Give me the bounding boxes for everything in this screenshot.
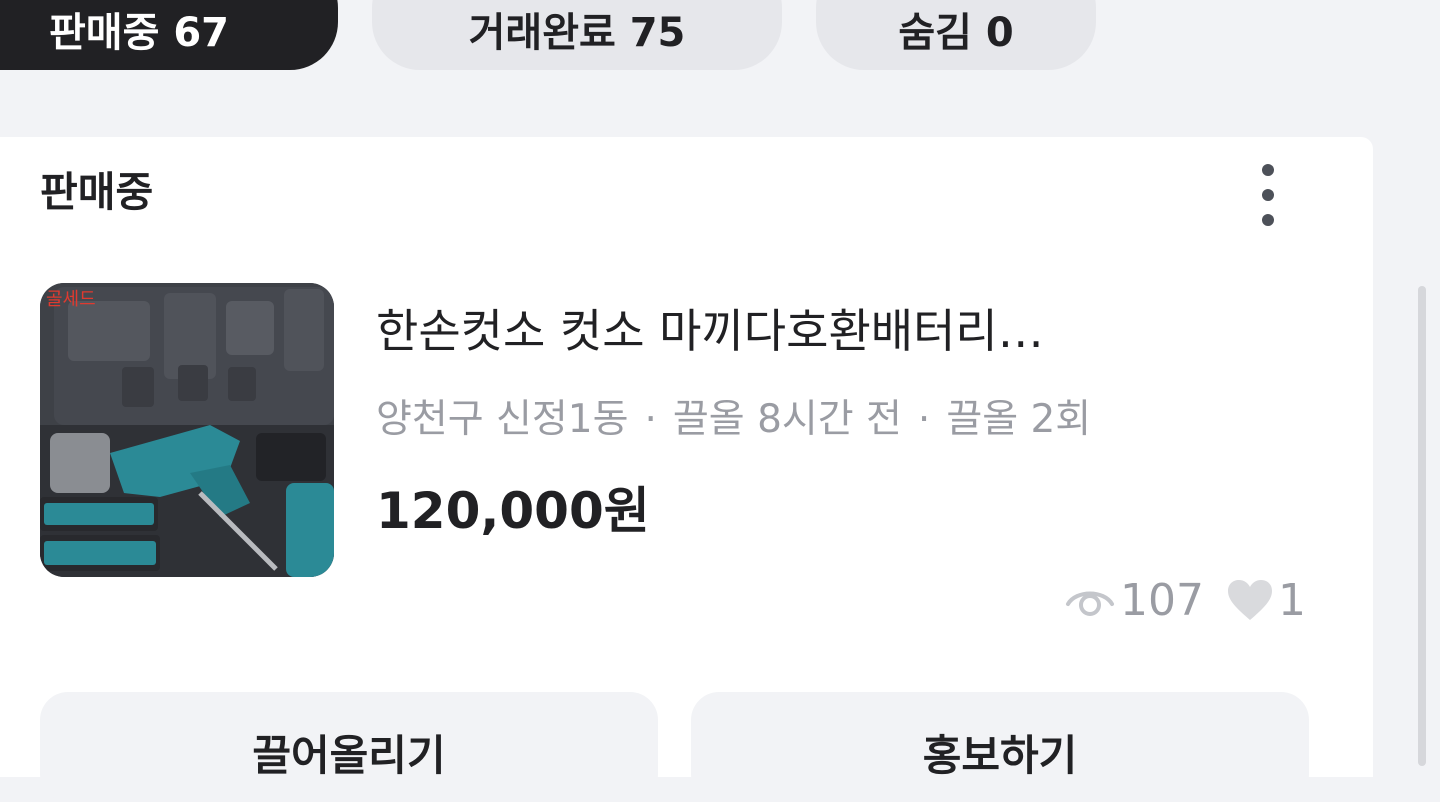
meta-separator: · — [644, 397, 657, 442]
tab-completed[interactable]: 거래완료 75 — [372, 0, 782, 70]
more-dot — [1262, 214, 1274, 226]
like-count: 1 — [1278, 574, 1306, 626]
scrollbar[interactable] — [1418, 286, 1426, 766]
thumbnail-watermark: 골세드 — [46, 289, 96, 310]
eye-icon — [1066, 591, 1115, 616]
tab-hidden[interactable]: 숨김 0 — [816, 0, 1096, 70]
status-title: 판매중 — [40, 168, 154, 216]
product-thumbnail[interactable]: 골세드 — [40, 283, 334, 577]
bumped-time: 끌올 8시간 전 — [672, 397, 902, 442]
product-title[interactable]: 한손컷소 컷소 마끼다호환배터리… — [376, 296, 1256, 366]
more-dot — [1262, 189, 1274, 201]
product-price: 120,000원 — [376, 482, 650, 540]
product-location: 양천구 신정1동 — [376, 397, 629, 442]
product-meta: 양천구 신정1동 · 끌올 8시간 전 · 끌올 2회 — [376, 390, 1091, 450]
more-vertical-icon[interactable] — [1246, 158, 1290, 232]
promote-button[interactable]: 홍보하기 — [691, 692, 1309, 802]
heart-icon — [1228, 580, 1272, 620]
product-stats: 107 1 — [1064, 570, 1306, 630]
meta-separator: · — [917, 397, 931, 442]
more-dot — [1262, 164, 1274, 176]
bump-button[interactable]: 끌어올리기 — [40, 692, 658, 802]
view-count: 107 — [1120, 574, 1204, 626]
status-tabs: 판매중 67 거래완료 75 숨김 0 — [0, 0, 1440, 80]
bump-count: 끌올 2회 — [946, 397, 1092, 442]
product-photo: 골세드 — [40, 283, 334, 577]
tab-selling[interactable]: 판매중 67 — [0, 0, 338, 70]
